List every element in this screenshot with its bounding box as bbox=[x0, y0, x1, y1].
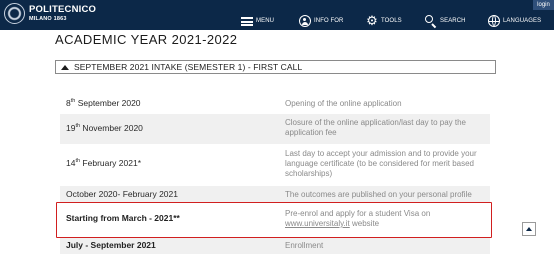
scroll-to-top-button[interactable] bbox=[522, 222, 536, 236]
row-date: July - September 2021 bbox=[66, 240, 156, 250]
logo-subtitle: MILANO 1863 bbox=[29, 16, 67, 22]
row-description: The outcomes are published on your perso… bbox=[285, 190, 472, 199]
globe-icon bbox=[488, 15, 500, 27]
caret-up-icon bbox=[61, 64, 69, 70]
nav-search-label: SEARCH bbox=[440, 18, 466, 24]
user-icon bbox=[299, 15, 311, 27]
logo-name: POLITECNICO bbox=[29, 4, 97, 15]
nav-info-for-label: INFO FOR bbox=[314, 18, 344, 24]
row-description: Closure of the online application/last d… bbox=[285, 118, 467, 137]
table-row: 8th September 2020 Opening of the online… bbox=[60, 94, 490, 114]
page-title: ACADEMIC YEAR 2021-2022 bbox=[55, 32, 238, 47]
accordion-september-intake[interactable]: SEPTEMBER 2021 INTAKE (SEMESTER 1) - FIR… bbox=[55, 60, 496, 74]
table-row: 19th November 2020 Closure of the online… bbox=[60, 114, 490, 144]
nav-menu-label: MENU bbox=[256, 18, 275, 24]
university-seal-icon bbox=[4, 3, 25, 24]
nav-menu[interactable]: MENU bbox=[241, 14, 274, 28]
row-date: 8th September 2020 bbox=[66, 98, 141, 108]
gear-icon: ⚙ bbox=[366, 13, 378, 28]
nav-search[interactable]: SEARCH bbox=[425, 14, 466, 28]
top-navigation-bar: POLITECNICO MILANO 1863 login MENU INFO … bbox=[0, 0, 554, 30]
accordion-label: SEPTEMBER 2021 INTAKE (SEMESTER 1) - FIR… bbox=[74, 62, 303, 72]
politecnico-logo[interactable]: POLITECNICO MILANO 1863 bbox=[4, 3, 96, 27]
nav-info-for[interactable]: INFO FOR bbox=[299, 14, 343, 28]
row-description: Last day to accept your admission and to… bbox=[285, 149, 477, 178]
nav-languages-label: LANGUAGES bbox=[503, 18, 542, 24]
search-icon bbox=[425, 15, 437, 27]
menu-icon bbox=[241, 15, 253, 27]
login-button[interactable]: login bbox=[533, 0, 554, 10]
row-description: Opening of the online application bbox=[285, 99, 402, 108]
row-description: Enrollment bbox=[285, 241, 324, 250]
nav-languages[interactable]: LANGUAGES bbox=[488, 14, 541, 28]
nav-tools-label: TOOLS bbox=[381, 18, 402, 24]
row-date: October 2020- February 2021 bbox=[66, 189, 178, 199]
table-row: July - September 2021 Enrollment bbox=[60, 238, 490, 254]
highlight-box bbox=[56, 202, 492, 238]
row-date: 14th February 2021* bbox=[66, 158, 142, 168]
table-row: October 2020- February 2021 The outcomes… bbox=[60, 186, 490, 202]
row-date: 19th November 2020 bbox=[66, 123, 143, 133]
table-row: 14th February 2021* Last day to accept y… bbox=[60, 144, 490, 184]
nav-tools[interactable]: ⚙ TOOLS bbox=[366, 14, 402, 28]
